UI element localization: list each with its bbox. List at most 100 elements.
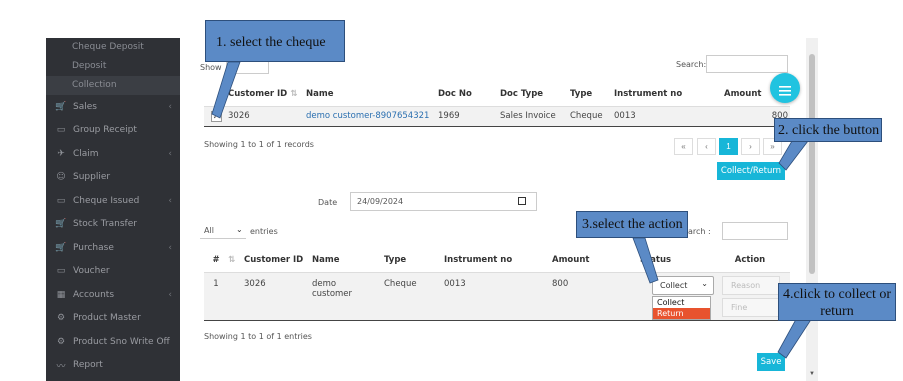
sidebar-subitem-deposit[interactable]: Deposit — [46, 57, 180, 76]
col-index[interactable]: # — [204, 249, 228, 272]
status-option-collect[interactable]: Collect — [653, 297, 710, 308]
show-label: Show — [200, 63, 222, 72]
sidebar-subitem-collection[interactable]: Collection — [46, 76, 180, 95]
sidebar-item-label: Voucher — [73, 266, 110, 277]
sidebar-item-label: Product Sno Write Off — [73, 336, 170, 347]
cell-index: 1 — [213, 278, 219, 289]
sidebar-subitem-cheque-deposit[interactable]: Cheque Deposit — [46, 38, 180, 57]
chevron-down-icon: ⌄ — [701, 279, 708, 288]
col-doc-no[interactable]: Doc No — [438, 89, 472, 99]
search-input-2[interactable] — [722, 222, 788, 240]
col-name-2[interactable]: Name — [312, 249, 384, 272]
cart-icon: 🛒 — [55, 242, 67, 253]
records-info: Showing 1 to 1 of 1 records — [204, 140, 314, 149]
fine-input[interactable]: Fine — [722, 298, 780, 317]
chevron-left-icon: ‹ — [168, 195, 172, 206]
sidebar-item-sales[interactable]: 🛒 Sales ‹ — [46, 95, 180, 119]
cell-customer-id: 3026 — [228, 111, 250, 122]
col-instrument-no[interactable]: Instrument no — [614, 89, 682, 99]
row-checkbox[interactable]: ✓ — [210, 110, 222, 122]
col-amount[interactable]: Amount — [724, 89, 761, 99]
sidebar-item-product-sno-write-off[interactable]: ⚙ Product Sno Write Off — [46, 330, 180, 354]
search-input[interactable] — [706, 55, 788, 73]
pager-next[interactable]: › — [741, 138, 760, 155]
sidebar-item-label: Group Receipt — [73, 125, 137, 136]
chevron-left-icon: ‹ — [168, 242, 172, 253]
sidebar-item-cheque-issued[interactable]: ▭ Cheque Issued ‹ — [46, 189, 180, 213]
pager-page-1[interactable]: 1 — [719, 138, 738, 155]
date-input[interactable]: 24/09/2024 — [350, 192, 537, 211]
menu-icon — [779, 83, 791, 96]
col-type-2[interactable]: Type — [384, 249, 444, 272]
sidebar-item-label: Cheque Issued — [73, 195, 140, 206]
sidebar-item-supplier[interactable]: ☺ Supplier — [46, 166, 180, 190]
callout-step3: 3.select the action — [576, 211, 688, 238]
date-value: 24/09/2024 — [357, 197, 404, 206]
grid-icon: ▦ — [56, 289, 66, 300]
col-type[interactable]: Type — [570, 89, 592, 99]
gear-icon: ⚙ — [56, 336, 66, 347]
status-option-return[interactable]: Return — [653, 308, 710, 319]
entries-info: Showing 1 to 1 of 1 entries — [204, 332, 312, 341]
sidebar-nav-list: 🛒 Sales ‹ ▭ Group Receipt ✈ Claim ‹ ☺ Supplier ▭ Ch… — [46, 95, 180, 377]
table-row[interactable]: ✓ 3026 demo customer-8907654321 1969 Sal… — [204, 106, 790, 126]
sidebar-item-claim[interactable]: ✈ Claim ‹ — [46, 142, 180, 166]
callout-step4: 4.click to collect or return — [778, 283, 896, 321]
scroll-down-arrow-icon[interactable]: ▼ — [809, 371, 815, 377]
status-select[interactable]: Collect ⌄ — [652, 276, 714, 295]
col-customer-id-2[interactable]: Customer ID — [244, 249, 312, 272]
cell-type-2: Cheque — [384, 278, 417, 289]
save-button[interactable]: Save — [757, 353, 785, 371]
status-dropdown: Collect Return — [652, 296, 711, 320]
sidebar-item-label: Product Master — [73, 313, 141, 324]
calendar-icon — [518, 197, 526, 205]
sidebar-item-voucher[interactable]: ▭ Voucher — [46, 260, 180, 284]
pin-icon: ✈ — [57, 148, 65, 159]
sidebar-item-label: Report — [73, 360, 103, 371]
cell-amount-2: 800 — [552, 278, 569, 289]
gear-icon: ⚙ — [56, 313, 66, 324]
sidebar-item-label: Supplier — [73, 172, 111, 183]
col-doc-type[interactable]: Doc Type — [500, 89, 543, 99]
sidebar-item-group-receipt[interactable]: ▭ Group Receipt — [46, 119, 180, 143]
col-action[interactable]: Action — [710, 249, 790, 272]
sidebar-item-product-master[interactable]: ⚙ Product Master — [46, 307, 180, 331]
col-name[interactable]: Name — [306, 89, 333, 99]
entries-label: entries — [250, 227, 278, 236]
chevron-left-icon: ‹ — [168, 289, 172, 300]
sidebar-item-label: Claim — [73, 148, 99, 159]
callout-step1: 1. select the cheque — [205, 20, 345, 62]
cell-customer-id-2: 3026 — [244, 278, 266, 289]
cell-instrument-no-2: 0013 — [444, 278, 466, 289]
cell-type: Cheque — [570, 111, 603, 122]
user-icon: ☺ — [56, 172, 66, 183]
sidebar-item-stock-transfer[interactable]: 🛒 Stock Transfer — [46, 213, 180, 237]
col-amount-2[interactable]: Amount — [552, 249, 640, 272]
collect-return-button[interactable]: Collect/Return — [717, 162, 785, 180]
scroll-thumb[interactable] — [809, 54, 815, 274]
chevron-left-icon: ‹ — [168, 148, 172, 159]
col-customer-id[interactable]: Customer ID — [228, 89, 287, 99]
sidebar-item-purchase[interactable]: 🛒 Purchase ‹ — [46, 236, 180, 260]
cell-name-link[interactable]: demo customer-8907654321 — [306, 106, 438, 126]
col-instrument-no-2[interactable]: Instrument no — [444, 249, 552, 272]
date-label: Date — [318, 198, 338, 207]
chevron-down-icon: ⌄ — [236, 225, 243, 234]
entries-select[interactable]: All ⌄ — [200, 223, 246, 239]
sidebar-item-label: Accounts — [73, 289, 115, 300]
sidebar: Cheque Deposit Deposit Collection 🛒 Sales… — [46, 38, 180, 381]
cell-doc-no: 1969 — [438, 111, 460, 122]
reason-input[interactable]: Reason — [722, 276, 780, 295]
vertical-scrollbar[interactable]: ▼ — [806, 38, 818, 381]
menu-fab-button[interactable] — [770, 73, 800, 103]
pager-prev[interactable]: ‹ — [697, 138, 716, 155]
receipt-icon: ▭ — [56, 195, 66, 206]
sidebar-item-accounts[interactable]: ▦ Accounts ‹ — [46, 283, 180, 307]
receipt-icon: ▭ — [56, 266, 66, 277]
sidebar-item-label: Sales — [73, 101, 97, 112]
pager-first[interactable]: « — [674, 138, 693, 155]
sidebar-item-report[interactable]: 〰 Report — [46, 354, 180, 378]
sidebar-item-label: Purchase — [73, 242, 114, 253]
col-status[interactable]: Status — [640, 249, 710, 272]
cart-icon: 🛒 — [55, 101, 67, 112]
